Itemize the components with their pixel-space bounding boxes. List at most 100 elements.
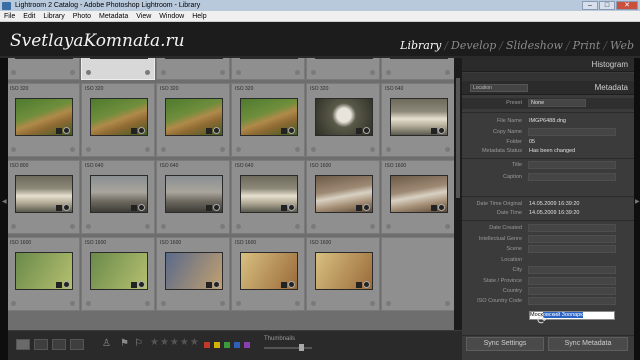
- right-panel-edge[interactable]: ▶: [634, 58, 640, 360]
- rotate-left-icon[interactable]: [11, 147, 16, 152]
- metadata-field-input[interactable]: [528, 173, 616, 181]
- grid-cell[interactable]: ISO 320: [231, 83, 305, 157]
- grid-scrollbar-thumb[interactable]: [456, 78, 460, 198]
- grid-cell[interactable]: ISO 320: [306, 83, 380, 157]
- rotate-right-icon[interactable]: [445, 224, 450, 229]
- lion-thumbnail[interactable]: [90, 58, 148, 59]
- rotate-right-icon[interactable]: [370, 147, 375, 152]
- rotate-left-icon[interactable]: [11, 224, 16, 229]
- thumbnail-size-slider[interactable]: [264, 347, 312, 349]
- rotate-right-icon[interactable]: [220, 301, 225, 306]
- rotate-right-icon[interactable]: [370, 301, 375, 306]
- grid-cell[interactable]: ISO 1600: [156, 237, 230, 311]
- menu-view[interactable]: View: [132, 13, 155, 20]
- menu-help[interactable]: Help: [188, 13, 210, 20]
- collapse-right-panel-icon[interactable]: ▶: [635, 198, 640, 205]
- grid-cell[interactable]: ISO 1600: [381, 160, 454, 234]
- star-rating[interactable]: ★★★★★: [150, 337, 200, 348]
- rotate-right-icon[interactable]: [70, 70, 75, 75]
- rotate-right-icon[interactable]: [70, 147, 75, 152]
- grid-cell[interactable]: ISO 1600: [231, 237, 305, 311]
- rotate-right-icon[interactable]: [145, 301, 150, 306]
- rotate-left-icon[interactable]: [386, 301, 391, 306]
- grid-cell[interactable]: ISO 640: [231, 160, 305, 234]
- color-label-swatch[interactable]: [234, 342, 240, 348]
- rotate-right-icon[interactable]: [70, 301, 75, 306]
- grid-cell[interactable]: ISO 1600: [306, 160, 380, 234]
- metadata-field-input[interactable]: [528, 287, 616, 295]
- color-label-swatch[interactable]: [224, 342, 230, 348]
- rotate-left-icon[interactable]: [86, 301, 91, 306]
- menu-edit[interactable]: Edit: [19, 13, 39, 20]
- rotate-left-icon[interactable]: [386, 147, 391, 152]
- menu-metadata[interactable]: Metadata: [95, 13, 132, 20]
- module-slideshow[interactable]: Slideshow: [506, 39, 563, 52]
- rotate-right-icon[interactable]: [295, 147, 300, 152]
- rotate-left-icon[interactable]: [86, 224, 91, 229]
- metadata-field-input[interactable]: [528, 235, 616, 243]
- grid-view-button[interactable]: [16, 339, 30, 350]
- sync-metadata-button[interactable]: Sync Metadata: [548, 337, 628, 351]
- rotate-left-icon[interactable]: [386, 70, 391, 75]
- rotate-left-icon[interactable]: [386, 224, 391, 229]
- rotate-right-icon[interactable]: [145, 147, 150, 152]
- rotate-left-icon[interactable]: [86, 147, 91, 152]
- menu-file[interactable]: File: [0, 13, 19, 20]
- rotate-right-icon[interactable]: [295, 70, 300, 75]
- rotate-right-icon[interactable]: [145, 224, 150, 229]
- metadata-field-value[interactable]: IMGP6488.dng: [529, 118, 566, 124]
- rotate-left-icon[interactable]: [311, 147, 316, 152]
- metadata-field-input[interactable]: [528, 128, 616, 136]
- metadata-view-select[interactable]: Location: [470, 84, 528, 92]
- expand-left-panel-icon[interactable]: ◀: [2, 198, 7, 205]
- metadata-field-input[interactable]: [528, 297, 616, 305]
- grid-cell[interactable]: ISO 250: [156, 58, 230, 80]
- metadata-field-input[interactable]: [528, 245, 616, 253]
- grid-cell[interactable]: ISO 250: [306, 58, 380, 80]
- rotate-left-icon[interactable]: [11, 70, 16, 75]
- rotate-left-icon[interactable]: [161, 70, 166, 75]
- grid-cell[interactable]: [381, 237, 454, 311]
- grid-cell[interactable]: ISO 250: [231, 58, 305, 80]
- grid-cell[interactable]: ISO 400: [8, 58, 80, 80]
- thumbnail-size-slider-knob[interactable]: [299, 344, 304, 351]
- menu-library[interactable]: Library: [39, 13, 68, 20]
- rotate-right-icon[interactable]: [445, 70, 450, 75]
- menu-window[interactable]: Window: [155, 13, 188, 20]
- loupe-view-button[interactable]: [34, 339, 48, 350]
- grid-cell[interactable]: ISO 320: [156, 83, 230, 157]
- cheetah-thumbnail[interactable]: [315, 58, 373, 59]
- survey-view-button[interactable]: [70, 339, 84, 350]
- rotate-right-icon[interactable]: [295, 301, 300, 306]
- grid-cell[interactable]: ISO 640: [81, 160, 155, 234]
- grid-scrollbar[interactable]: [454, 58, 462, 330]
- compare-view-button[interactable]: [52, 339, 66, 350]
- grid-cell[interactable]: ISO 1600: [306, 237, 380, 311]
- flag-icon[interactable]: ⚑: [120, 338, 129, 349]
- module-develop[interactable]: Develop: [451, 39, 496, 52]
- left-panel-collapsed[interactable]: ◀: [0, 58, 8, 360]
- rotate-left-icon[interactable]: [311, 70, 316, 75]
- metadata-field-value[interactable]: 14.05.2009 16:39:20: [529, 210, 579, 216]
- rotate-right-icon[interactable]: [145, 70, 150, 75]
- maximize-button[interactable]: □: [599, 1, 615, 10]
- reject-flag-icon[interactable]: ⚐: [134, 338, 143, 349]
- rotate-right-icon[interactable]: [220, 147, 225, 152]
- rotate-left-icon[interactable]: [311, 301, 316, 306]
- metadata-field-value[interactable]: Has been changed: [529, 148, 575, 154]
- grid-cell[interactable]: ISO 640: [381, 83, 454, 157]
- metadata-field-input[interactable]: [528, 161, 616, 169]
- grid-cell[interactable]: ISO 1600: [81, 237, 155, 311]
- module-library[interactable]: Library: [400, 39, 441, 52]
- rotate-left-icon[interactable]: [311, 224, 316, 229]
- rotate-left-icon[interactable]: [11, 301, 16, 306]
- cheetah-thumbnail[interactable]: [240, 58, 298, 59]
- rotate-left-icon[interactable]: [236, 147, 241, 152]
- metadata-field-input[interactable]: [528, 277, 616, 285]
- color-label-swatch[interactable]: [214, 342, 220, 348]
- grid-cell[interactable]: ISO 640: [156, 160, 230, 234]
- grid-cell[interactable]: ISO 1600: [8, 237, 80, 311]
- menu-photo[interactable]: Photo: [69, 13, 95, 20]
- cheetah-thumbnail[interactable]: [165, 58, 223, 59]
- rotate-left-icon[interactable]: [161, 301, 166, 306]
